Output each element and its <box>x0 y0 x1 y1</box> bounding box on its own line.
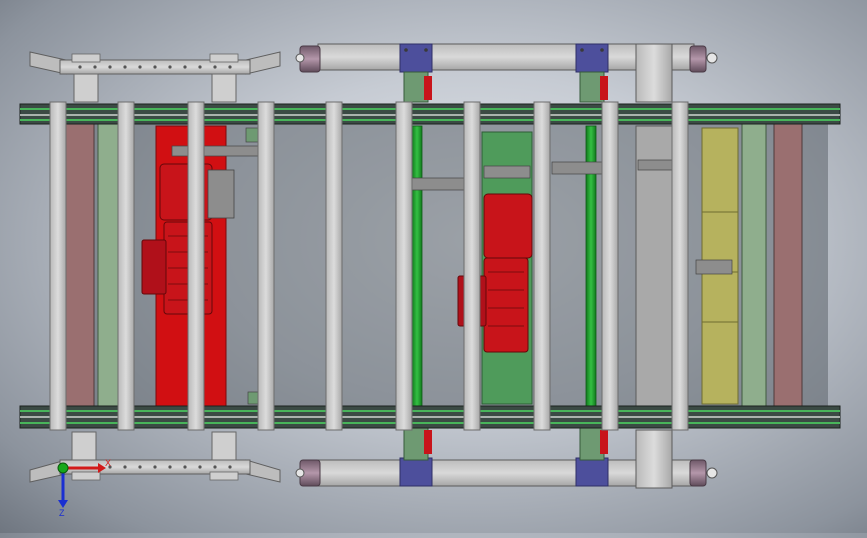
frame-post[interactable] <box>395 101 413 431</box>
bottom-chain-rail[interactable] <box>19 405 841 429</box>
coordinate-triad: X Z <box>57 458 111 518</box>
triad-z-label: Z <box>59 508 65 518</box>
triad-y-axis <box>57 462 69 474</box>
top-chain-rail[interactable] <box>19 103 841 125</box>
frame-post[interactable] <box>601 101 619 431</box>
frame-post[interactable] <box>117 101 135 431</box>
triad-x-label: X <box>105 458 111 468</box>
bottom-left-wing-bracket[interactable] <box>29 431 281 483</box>
frame-post[interactable] <box>187 101 205 431</box>
bottom-roller-assembly[interactable] <box>295 427 718 489</box>
frame-post[interactable] <box>463 101 481 431</box>
frame-post[interactable] <box>325 101 343 431</box>
frame-post[interactable] <box>533 101 551 431</box>
top-roller-assembly[interactable] <box>295 43 718 103</box>
frame-post[interactable] <box>671 101 689 431</box>
frame-post[interactable] <box>49 101 67 431</box>
top-left-wing-bracket[interactable] <box>29 51 281 103</box>
frame-post[interactable] <box>257 101 275 431</box>
cad-viewport[interactable]: X Z <box>0 0 867 533</box>
